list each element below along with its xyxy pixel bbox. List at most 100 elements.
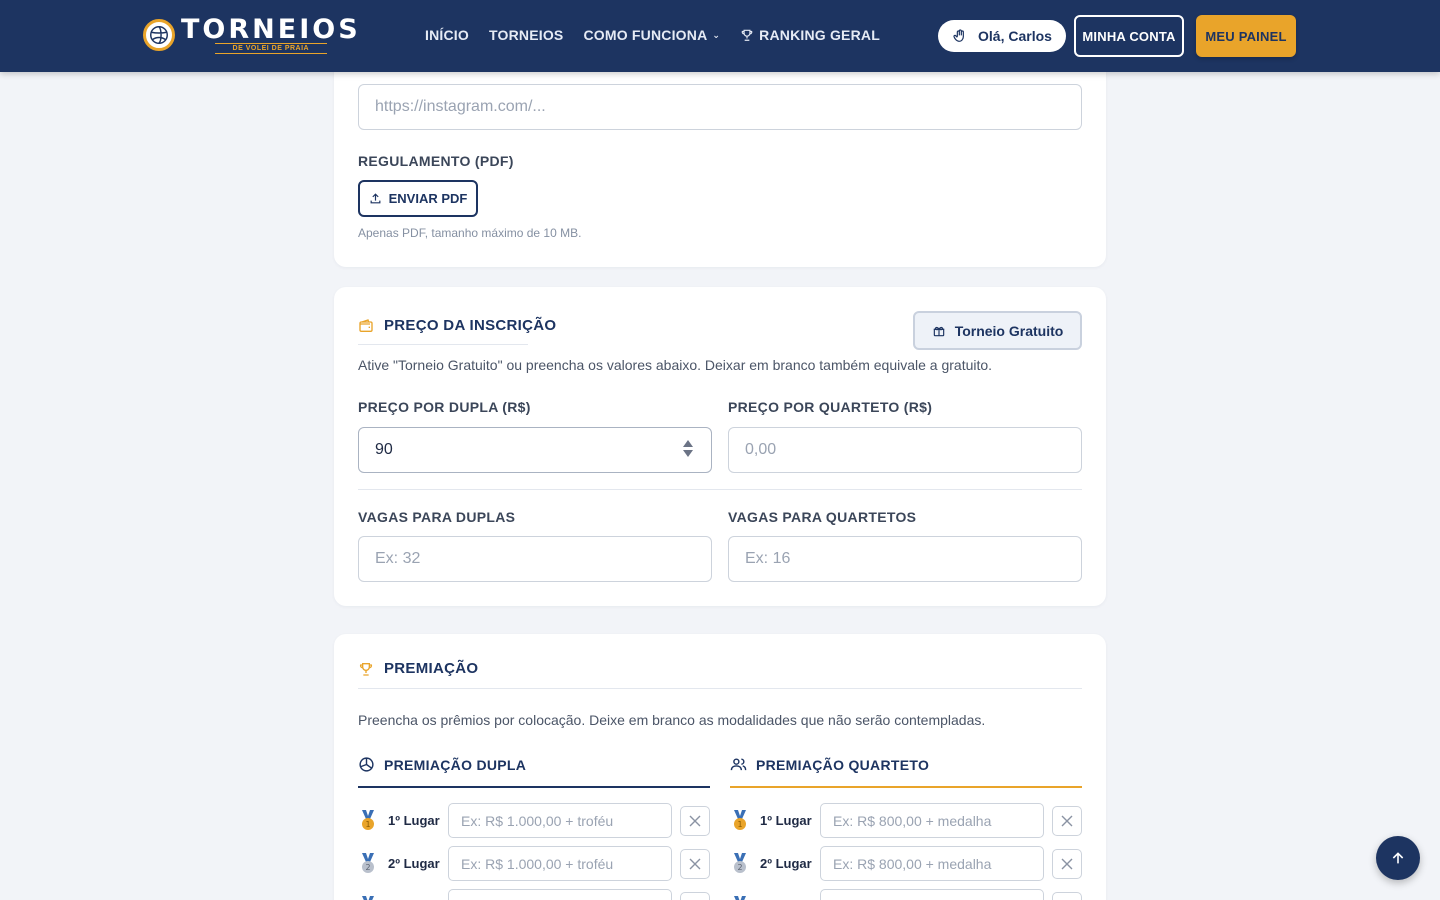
free-tournament-toggle[interactable]: Torneio Gratuito: [913, 311, 1082, 350]
nav-como-funciona-label: COMO FUNCIONA: [583, 27, 708, 43]
logo-sub-text: DE VOLEI DE PRAIA: [214, 43, 328, 54]
quartet-place-2: 2º Lugar: [760, 856, 812, 871]
pair-prize-underline: [358, 786, 710, 788]
my-account-button[interactable]: MINHA CONTA: [1074, 15, 1184, 57]
volleyball-icon: [359, 757, 374, 772]
trophy-icon: [741, 29, 753, 41]
prize-description: Preencha os prêmios por colocação. Deixe…: [358, 712, 986, 728]
pair-prize-row: 2 2º Lugar Ex: R$ 1.000,00 + troféu: [358, 846, 710, 881]
free-tournament-label: Torneio Gratuito: [954, 322, 1064, 339]
instagram-placeholder: https://instagram.com/...: [375, 98, 546, 115]
close-icon: [1061, 858, 1073, 869]
pair-prize-title: PREMIAÇÃO DUPLA: [384, 756, 527, 773]
greeting-text: Olá, Carlos: [978, 28, 1052, 44]
remove-pair-prize-1-button[interactable]: [680, 805, 710, 836]
gold-medal-icon: 1: [734, 809, 746, 830]
site-logo[interactable]: TORNEIOS DE VOLEI DE PRAIA: [143, 16, 361, 54]
svg-text:2: 2: [737, 863, 742, 872]
quartet-place-1: 1º Lugar: [760, 813, 812, 828]
price-description: Ative "Torneio Gratuito" ou preencha os …: [358, 357, 993, 373]
silver-medal-icon: 2: [362, 852, 374, 873]
pair-prize-heading: PREMIAÇÃO DUPLA: [358, 756, 526, 773]
number-spinner[interactable]: [683, 440, 693, 457]
svg-text:1: 1: [365, 820, 370, 829]
trophy-icon: [359, 662, 373, 676]
quartet-prize-1-input[interactable]: Ex: R$ 800,00 + medalha: [820, 803, 1044, 838]
nav-inicio-label: INÍCIO: [425, 27, 469, 43]
links-card: https://instagram.com/... REGULAMENTO (P…: [334, 40, 1106, 267]
close-icon: [1061, 815, 1073, 826]
nav-ranking-label: RANKING GERAL: [759, 27, 880, 43]
pair-prize-row: 1 1º Lugar Ex: R$ 1.000,00 + troféu: [358, 803, 710, 838]
pair-prize-1-input[interactable]: Ex: R$ 1.000,00 + troféu: [448, 803, 672, 838]
prize-card: PREMIAÇÃO Preencha os prêmios por coloca…: [334, 634, 1106, 900]
remove-pair-prize-3-button[interactable]: [680, 891, 710, 900]
quartet-slots-placeholder: Ex: 16: [745, 550, 791, 567]
pair-prize-3-input[interactable]: [448, 889, 672, 900]
waving-hand-icon: [953, 29, 964, 42]
arrow-up-icon: [1392, 852, 1404, 864]
svg-text:1: 1: [737, 820, 742, 829]
my-panel-button[interactable]: MEU PAINEL: [1196, 15, 1296, 57]
pair-price-input[interactable]: 90: [358, 427, 712, 473]
pair-place-2: 2º Lugar: [388, 856, 440, 871]
gift-icon: [933, 326, 944, 336]
remove-quartet-prize-3-button[interactable]: [1052, 891, 1082, 900]
pair-slots-placeholder: Ex: 32: [375, 550, 421, 567]
pair-place-1: 1º Lugar: [388, 813, 440, 828]
prize-title-text: PREMIAÇÃO: [384, 660, 479, 677]
pair-prize-1-placeholder: Ex: R$ 1.000,00 + troféu: [461, 812, 614, 829]
pair-prize-2-input[interactable]: Ex: R$ 1.000,00 + troféu: [448, 846, 672, 881]
bronze-medal-icon: [734, 895, 746, 900]
quartet-price-label: PREÇO POR QUARTETO (R$): [728, 399, 933, 415]
nav-inicio[interactable]: INÍCIO: [425, 27, 469, 43]
pair-slots-label: VAGAS PARA DUPLAS: [358, 509, 516, 525]
quartet-prize-underline: [730, 786, 1082, 788]
price-card: PREÇO DA INSCRIÇÃO Torneio Gratuito Ativ…: [334, 287, 1106, 606]
price-section-title: PREÇO DA INSCRIÇÃO: [358, 317, 556, 334]
quartet-prize-heading: PREMIAÇÃO QUARTETO: [730, 756, 929, 773]
quartet-price-input[interactable]: 0,00: [728, 427, 1082, 473]
upload-pdf-button[interactable]: ENVIAR PDF: [358, 180, 478, 217]
pair-slots-input[interactable]: Ex: 32: [358, 536, 712, 582]
price-title-underline: [358, 344, 528, 345]
instagram-url-input[interactable]: https://instagram.com/...: [358, 84, 1082, 130]
spinner-down-icon[interactable]: [683, 450, 693, 457]
bronze-medal-icon: [362, 895, 374, 900]
user-greeting[interactable]: Olá, Carlos: [938, 20, 1066, 52]
scroll-to-top-button[interactable]: [1376, 836, 1420, 880]
quartet-prize-1-placeholder: Ex: R$ 800,00 + medalha: [833, 812, 992, 829]
quartet-prize-2-input[interactable]: Ex: R$ 800,00 + medalha: [820, 846, 1044, 881]
main-nav: INÍCIO TORNEIOS COMO FUNCIONA ⌄ RANKING G…: [425, 27, 880, 43]
svg-text:2: 2: [365, 863, 370, 872]
chevron-down-icon: ⌄: [712, 29, 721, 40]
nav-como-funciona[interactable]: COMO FUNCIONA ⌄: [583, 27, 720, 43]
upload-hint: Apenas PDF, tamanho máximo de 10 MB.: [358, 226, 582, 240]
prize-section-title: PREMIAÇÃO: [358, 660, 478, 677]
silver-medal-icon: 2: [734, 852, 746, 873]
upload-pdf-label: ENVIAR PDF: [388, 191, 468, 206]
quartet-prize-row-partial: [730, 889, 1082, 900]
remove-quartet-prize-2-button[interactable]: [1052, 848, 1082, 879]
pair-prize-2-placeholder: Ex: R$ 1.000,00 + troféu: [461, 855, 614, 872]
remove-quartet-prize-1-button[interactable]: [1052, 805, 1082, 836]
prize-title-underline: [358, 688, 1082, 689]
close-icon: [689, 858, 701, 869]
nav-ranking-geral[interactable]: RANKING GERAL: [740, 27, 880, 43]
nav-torneios[interactable]: TORNEIOS: [489, 27, 563, 43]
spinner-up-icon[interactable]: [683, 440, 693, 447]
regulation-label: REGULAMENTO (PDF): [358, 153, 514, 169]
top-navbar: TORNEIOS DE VOLEI DE PRAIA INÍCIO TORNEI…: [0, 0, 1440, 72]
remove-pair-prize-2-button[interactable]: [680, 848, 710, 879]
quartet-slots-label: VAGAS PARA QUARTETOS: [728, 509, 917, 525]
close-icon: [689, 815, 701, 826]
gold-medal-icon: 1: [362, 809, 374, 830]
users-icon: [730, 758, 747, 771]
nav-torneios-label: TORNEIOS: [488, 27, 564, 43]
upload-icon: [370, 193, 381, 204]
pair-prize-row-partial: [358, 889, 710, 900]
quartet-prize-title: PREMIAÇÃO QUARTETO: [756, 756, 930, 773]
quartet-slots-input[interactable]: Ex: 16: [728, 536, 1082, 582]
price-divider: [358, 489, 1082, 490]
quartet-prize-3-input[interactable]: [820, 889, 1044, 900]
